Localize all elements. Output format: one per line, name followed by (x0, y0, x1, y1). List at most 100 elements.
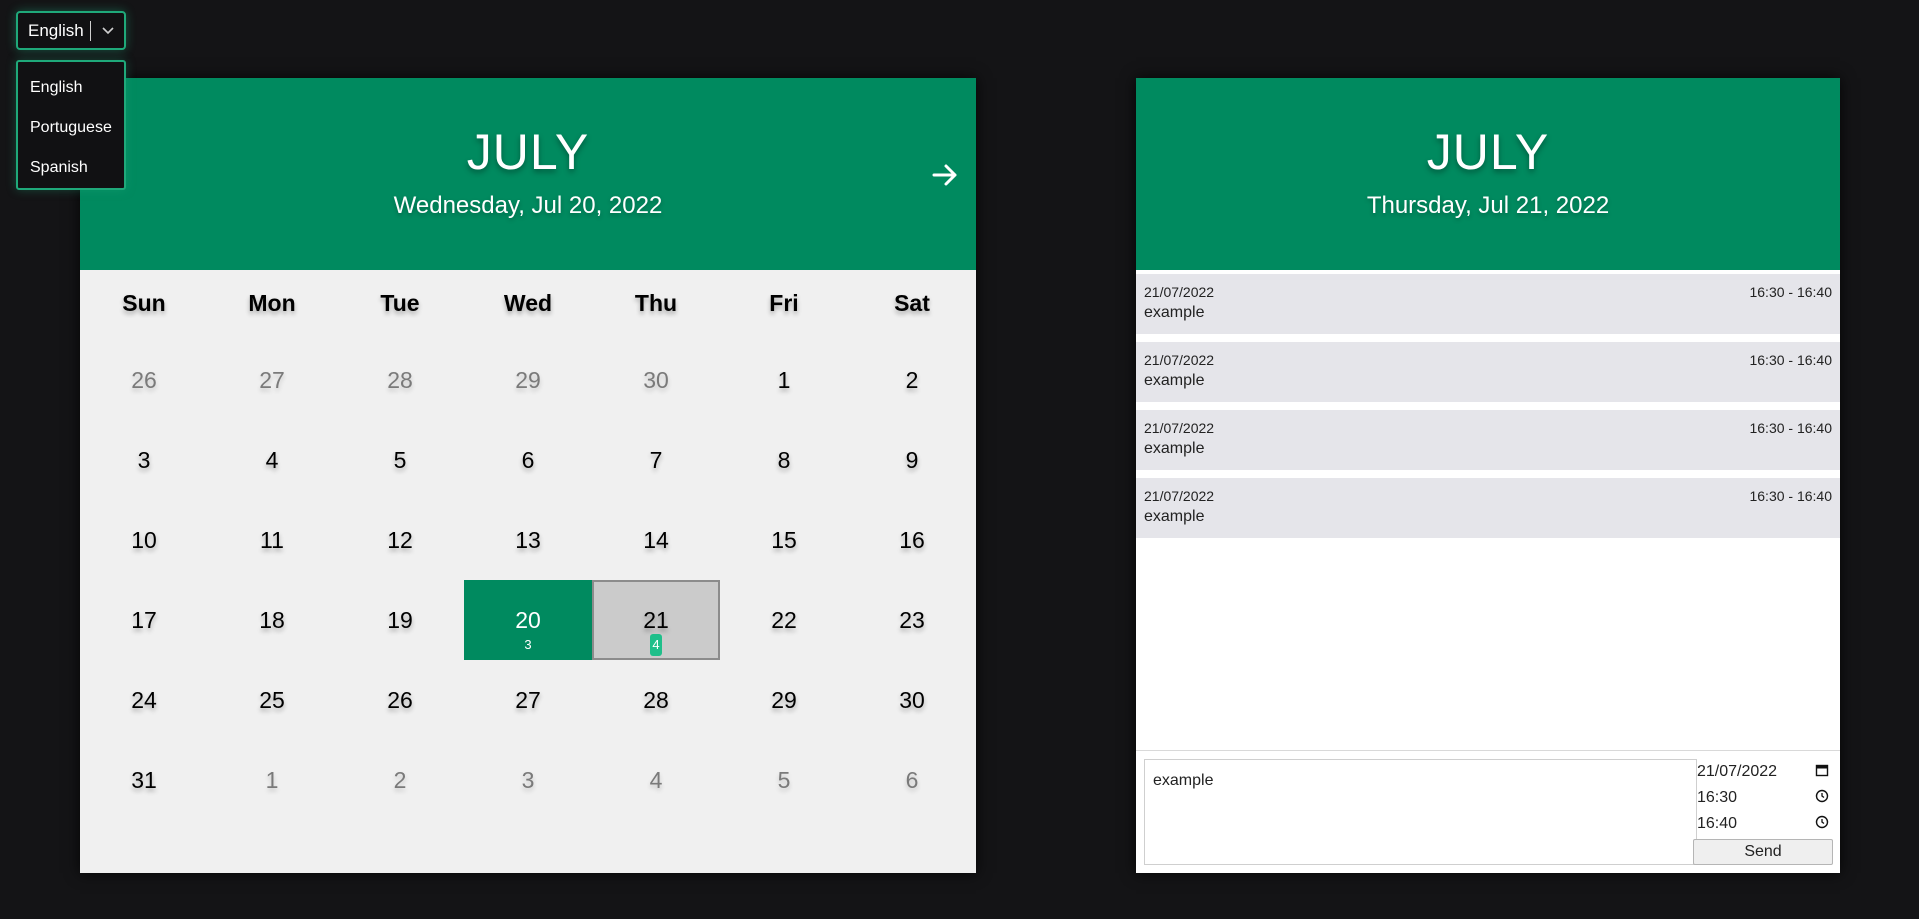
day-number: 11 (260, 527, 284, 553)
calendar-day[interactable]: 13 (464, 500, 592, 580)
calendar-day[interactable]: 26 (336, 660, 464, 740)
events-selected-date: Thursday, Jul 21, 2022 (1366, 192, 1610, 219)
language-option-spanish[interactable]: Spanish (18, 152, 124, 192)
event-time: 16:30 - 16:40 (1749, 284, 1832, 300)
calendar-day[interactable]: 15 (720, 500, 848, 580)
calendar-day[interactable]: 10 (80, 500, 208, 580)
day-number: 21 (643, 607, 669, 633)
calendar-day[interactable]: 8 (720, 420, 848, 500)
event-start-time-field[interactable]: 16:30 (1693, 785, 1833, 811)
calendar-day[interactable]: 11 (208, 500, 336, 580)
calendar-header: JULY Wednesday, Jul 20, 2022 (80, 78, 976, 270)
calendar-day[interactable]: 27 (464, 660, 592, 740)
event-date: 21/07/2022 (1144, 488, 1215, 504)
calendar-day[interactable]: 23 (848, 580, 976, 660)
calendar-day[interactable]: 6 (848, 740, 976, 820)
day-number: 13 (515, 527, 541, 553)
calendar-day[interactable]: 1 (208, 740, 336, 820)
calendar-day[interactable]: 6 (464, 420, 592, 500)
language-option-portuguese[interactable]: Portuguese (18, 112, 124, 152)
calendar-day[interactable]: 28 (592, 660, 720, 740)
weekday-header: Sun Mon Tue Wed Thu Fri Sat (80, 270, 976, 338)
calendar-day[interactable]: 3 (464, 740, 592, 820)
day-number: 1 (777, 367, 791, 393)
calendar-day[interactable]: 18 (208, 580, 336, 660)
calendar-day[interactable]: 29 (720, 660, 848, 740)
event-item[interactable]: 21/07/2022 16:30 - 16:40 example (1136, 478, 1840, 538)
calendar-day[interactable]: 29 (464, 340, 592, 420)
event-list: 21/07/2022 16:30 - 16:40 example 21/07/2022… (1136, 274, 1840, 546)
event-text: example (1144, 372, 1205, 389)
calendar-day[interactable]: 31 (80, 740, 208, 820)
day-number: 31 (131, 767, 157, 793)
calendar-day[interactable]: 7 (592, 420, 720, 500)
calendar-day[interactable]: 28 (336, 340, 464, 420)
event-item[interactable]: 21/07/2022 16:30 - 16:40 example (1136, 342, 1840, 402)
day-number: 28 (643, 687, 669, 713)
event-text-input[interactable] (1144, 759, 1697, 865)
day-number: 19 (387, 607, 413, 633)
send-button[interactable]: Send (1693, 839, 1833, 865)
calendar-day[interactable]: 17 (80, 580, 208, 660)
arrow-right-icon[interactable] (930, 160, 960, 190)
day-number: 23 (899, 607, 925, 633)
weekday-label: Mon (248, 290, 296, 316)
weekday-label: Thu (634, 290, 678, 316)
language-select[interactable]: English (16, 11, 126, 50)
calendar-day[interactable]: 12 (336, 500, 464, 580)
calendar-day[interactable]: 3 (80, 420, 208, 500)
event-date-field[interactable]: 21/07/2022 (1693, 759, 1833, 785)
day-number: 20 (515, 607, 541, 633)
day-number: 12 (387, 527, 413, 553)
calendar-day[interactable]: 24 (80, 660, 208, 740)
day-number: 10 (131, 527, 157, 553)
weekday-label: Sun (122, 290, 166, 316)
calendar-day[interactable]: 26 (80, 340, 208, 420)
events-month: JULY (1426, 124, 1550, 180)
chevron-down-icon[interactable] (91, 26, 124, 36)
event-time: 16:30 - 16:40 (1749, 352, 1832, 368)
calendar-day[interactable]: 25 (208, 660, 336, 740)
event-end-time-field[interactable]: 16:40 (1693, 811, 1833, 837)
calendar-month: JULY (466, 124, 590, 180)
event-item[interactable]: 21/07/2022 16:30 - 16:40 example (1136, 274, 1840, 334)
event-date: 21/07/2022 (1144, 420, 1215, 436)
language-option-english[interactable]: English (18, 72, 124, 112)
day-number: 7 (649, 447, 663, 473)
calendar-day[interactable]: 30 (592, 340, 720, 420)
calendar-day[interactable]: 5 (336, 420, 464, 500)
event-end-time-value: 16:40 (1697, 815, 1738, 832)
calendar-day[interactable]: 27 (208, 340, 336, 420)
day-number: 27 (259, 367, 285, 393)
calendar-day[interactable]: 9 (848, 420, 976, 500)
clock-icon[interactable] (1815, 789, 1829, 808)
calendar-day[interactable]: 2 (848, 340, 976, 420)
day-number: 26 (387, 687, 413, 713)
calendar-day[interactable]: 22 (720, 580, 848, 660)
calendar-day[interactable]: 30 (848, 660, 976, 740)
day-number: 24 (131, 687, 157, 713)
calendar-day[interactable]: 19 (336, 580, 464, 660)
calendar-day[interactable]: 16 (848, 500, 976, 580)
day-number: 5 (393, 447, 407, 473)
calendar-day[interactable]: 5 (720, 740, 848, 820)
event-date-value: 21/07/2022 (1697, 763, 1778, 780)
day-number: 14 (643, 527, 669, 553)
calendar-day[interactable]: 1 (720, 340, 848, 420)
weekday-label: Sat (894, 290, 930, 316)
day-number: 6 (521, 447, 535, 473)
day-number: 3 (137, 447, 151, 473)
day-number: 4 (265, 447, 279, 473)
calendar-day[interactable]: 2 (336, 740, 464, 820)
calendar-day[interactable]: 21 4 (592, 580, 720, 660)
calendar-day[interactable]: 20 3 (464, 580, 592, 660)
calendar-day[interactable]: 14 (592, 500, 720, 580)
event-item[interactable]: 21/07/2022 16:30 - 16:40 example (1136, 410, 1840, 470)
calendar-icon[interactable] (1815, 763, 1829, 782)
calendar-day[interactable]: 4 (592, 740, 720, 820)
clock-icon[interactable] (1815, 815, 1829, 834)
day-number: 30 (643, 367, 669, 393)
day-number: 25 (259, 687, 285, 713)
day-number: 1 (265, 767, 279, 793)
calendar-day[interactable]: 4 (208, 420, 336, 500)
